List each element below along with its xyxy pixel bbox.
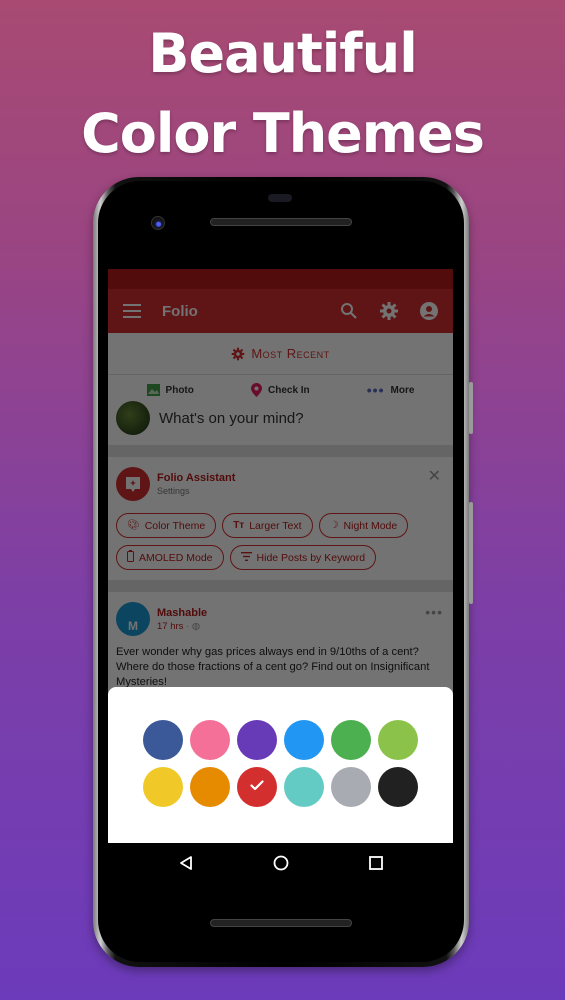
card-divider [108,580,453,592]
chip-larger-text[interactable]: Tт Larger Text [222,513,313,538]
promo-headline: Beautiful Color Themes [0,14,565,174]
swatch-row-1 [143,720,453,760]
chip-label: Color Theme [144,519,206,532]
location-pin-icon [250,383,262,397]
assistant-chips: 🎨︎ Color Theme Tт Larger Text ☽ Night Mode … [116,513,445,570]
volume-button [469,502,473,604]
color-swatch-green[interactable] [331,720,371,760]
post-avatar[interactable]: M [116,602,150,636]
photo-label: Photo [165,384,194,396]
gear-icon[interactable] [377,299,401,323]
checkmark-icon [250,778,264,796]
post-options-icon[interactable]: ••• [425,604,443,620]
proximity-sensor [268,194,292,202]
gear-icon [232,347,245,360]
chip-hide-posts-by-keyword[interactable]: Hide Posts by Keyword [229,545,377,570]
headline-line-2: Color Themes [81,102,485,165]
battery-icon [127,550,134,565]
user-avatar[interactable] [116,401,150,435]
chip-label: Larger Text [249,519,302,532]
assistant-card: Folio Assistant Settings ✕ 🎨︎ Color Theme… [108,457,453,580]
front-camera [151,216,165,230]
feed: Most Recent Photo Check In ••• More What… [108,333,453,700]
status-bar [108,269,453,289]
color-swatch-grey[interactable] [331,767,371,807]
card-divider [108,445,453,457]
close-icon[interactable]: ✕ [428,469,441,485]
app-title: Folio [162,302,198,320]
color-swatch-blue[interactable] [284,720,324,760]
palette-icon: 🎨︎ [127,520,140,531]
app-bar: Folio [108,289,453,333]
more-dots-icon: ••• [366,382,385,398]
color-swatch-black[interactable] [378,767,418,807]
post-author[interactable]: Mashable [157,607,207,619]
color-swatch-orange[interactable] [190,767,230,807]
chip-amoled-mode[interactable]: AMOLED Mode [116,545,224,570]
app-screen: Folio Most Recent Photo Check In ••• Mor… [108,269,453,883]
account-icon[interactable] [417,299,441,323]
bottom-speaker [210,919,352,927]
post-body: Ever wonder why gas prices always end in… [116,646,430,688]
post-header: M Mashable 17 hrs · ◍ ••• [116,602,445,636]
assistant-name: Folio Assistant [157,472,236,484]
text-size-icon: Tт [233,520,245,531]
system-nav-bar [108,843,453,883]
post-time: 17 hrs [157,620,184,632]
composer-actions: Photo Check In ••• More [108,375,453,399]
power-button [469,382,473,434]
color-swatch-teal[interactable] [284,767,324,807]
photo-icon [146,384,160,396]
recents-icon[interactable] [364,851,388,875]
moon-icon: ☽ [329,520,339,531]
color-swatch-pink[interactable] [190,720,230,760]
globe-icon: · ◍ [186,620,201,632]
post-card: M Mashable 17 hrs · ◍ ••• Ever wonder wh… [108,592,453,700]
composer: What's on your mind? [108,399,453,445]
most-recent-label: Most Recent [251,346,330,361]
more-button[interactable]: ••• More [367,383,415,397]
back-icon[interactable] [174,851,198,875]
home-icon[interactable] [269,851,293,875]
color-swatch-red[interactable] [237,767,277,807]
chip-night-mode[interactable]: ☽ Night Mode [318,513,409,538]
composer-card: Most Recent Photo Check In ••• More What… [108,333,453,445]
color-swatch-light-green[interactable] [378,720,418,760]
status-input[interactable]: What's on your mind? [159,410,304,427]
headline-line-1: Beautiful [148,22,417,85]
theme-picker-sheet [108,687,453,843]
assistant-header: Folio Assistant Settings [116,467,445,501]
more-label: More [390,384,415,396]
search-icon[interactable] [337,299,361,323]
most-recent-header[interactable]: Most Recent [108,333,453,375]
check-in-label: Check In [267,384,310,396]
photo-button[interactable]: Photo [146,383,194,397]
check-in-button[interactable]: Check In [250,383,310,397]
chip-color-theme[interactable]: 🎨︎ Color Theme [116,513,217,538]
assistant-subtitle: Settings [157,486,190,496]
color-swatch-purple[interactable] [237,720,277,760]
color-swatch-indigo[interactable] [143,720,183,760]
chip-label: Night Mode [343,519,398,532]
assistant-logo [116,467,150,501]
assistant-icon [126,476,140,492]
chip-label: AMOLED Mode [139,551,213,564]
earpiece-speaker [210,218,352,226]
color-swatch-yellow[interactable] [143,767,183,807]
chip-label: Hide Posts by Keyword [256,551,366,564]
swatch-row-2 [143,767,453,807]
menu-icon[interactable] [120,299,144,323]
filter-icon [240,551,252,564]
